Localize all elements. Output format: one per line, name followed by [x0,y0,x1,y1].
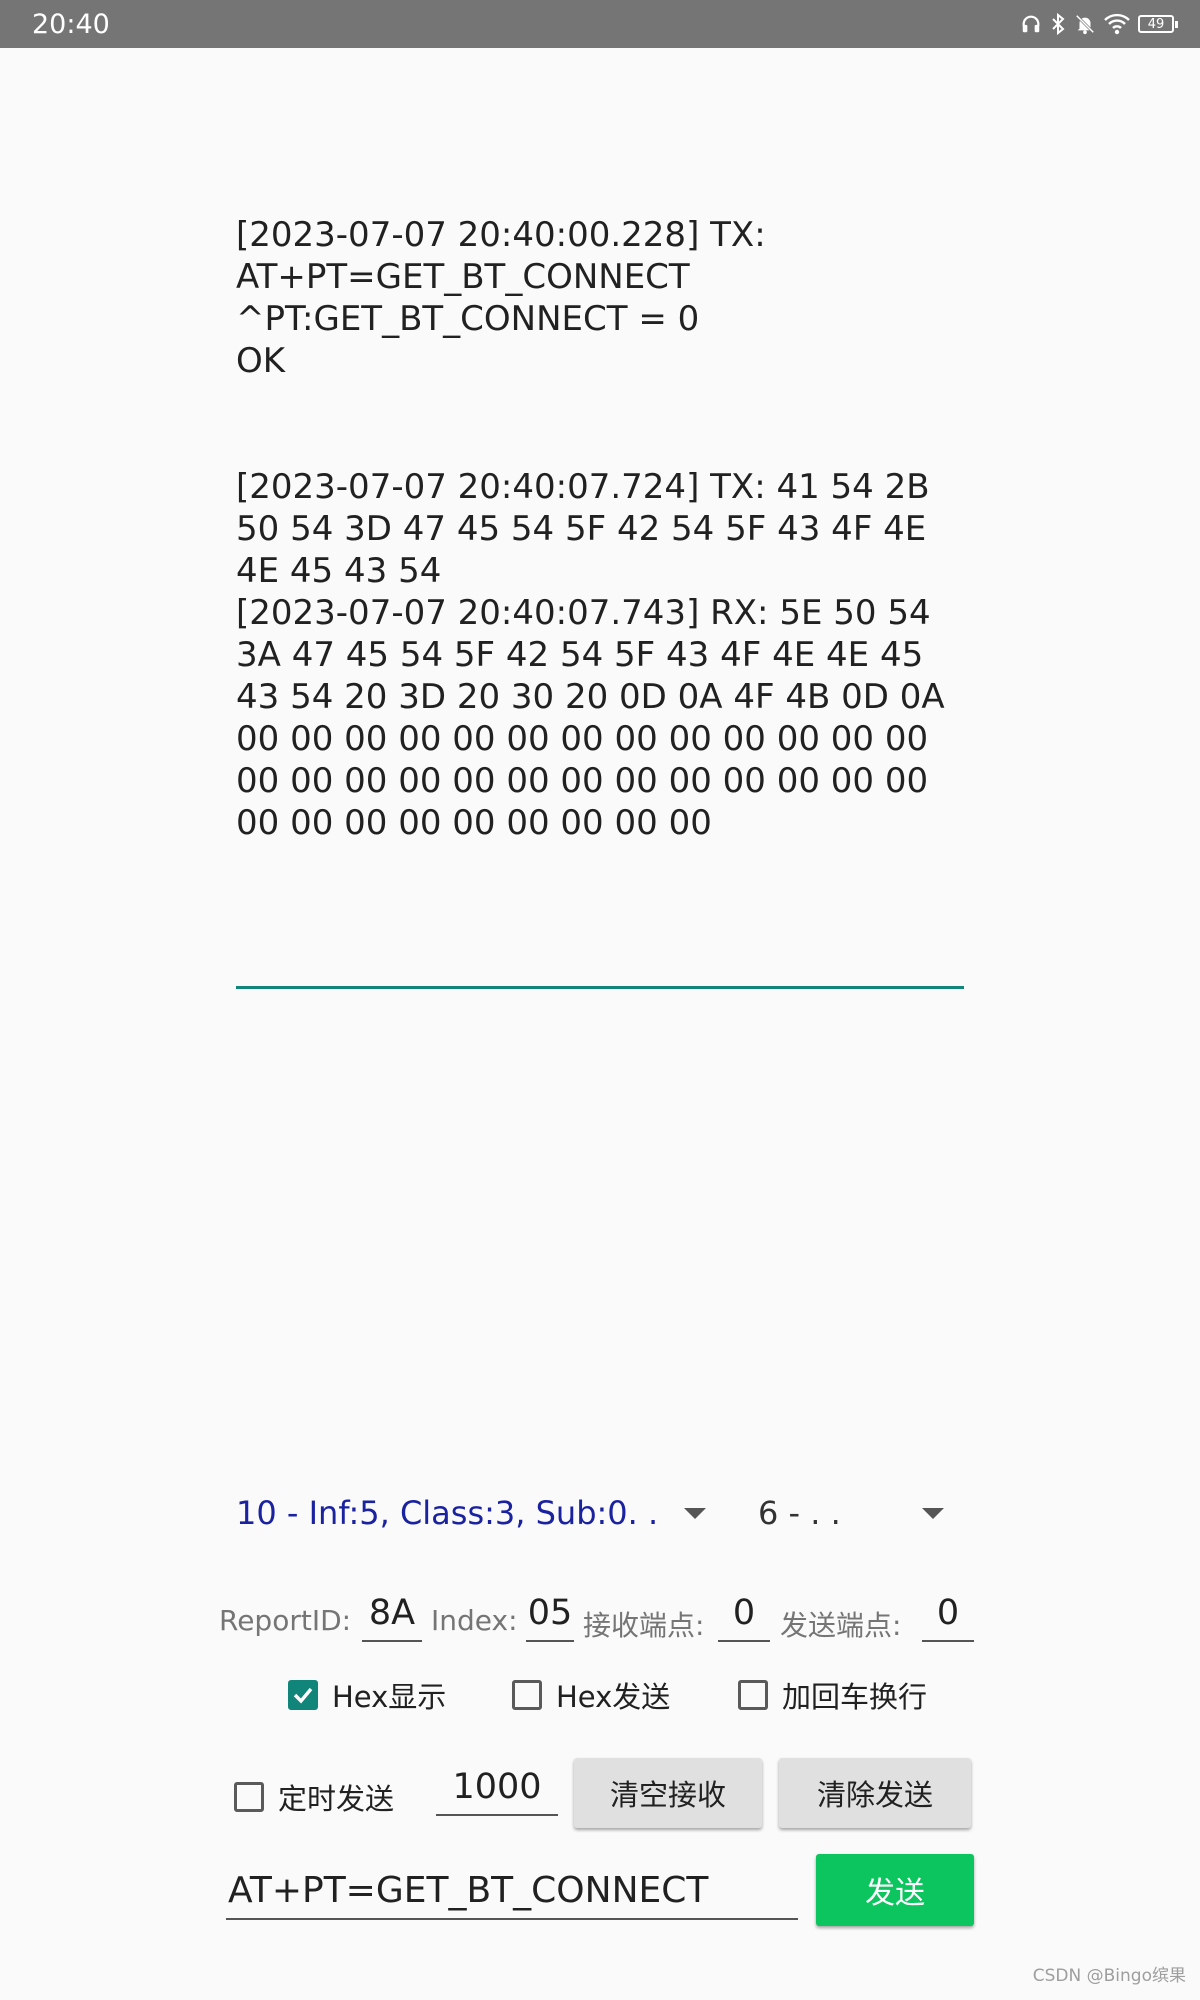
interval-input[interactable]: 1000 [436,1762,558,1816]
endpoint-spinner[interactable]: 6 - . . [758,1490,948,1536]
log-line: [2023-07-07 20:40:00.228] TX: [236,215,766,255]
log-line: [2023-07-07 20:40:07.743] RX: 5E 50 54 3… [236,593,956,843]
hex-display-box[interactable] [288,1680,318,1710]
battery-level: 49 [1147,16,1165,32]
operations-row: 定时发送 1000 清空接收 清除发送 [0,1756,1200,1832]
watermark: CSDN @Bingo缤果 [1032,1966,1186,1986]
log-line: ^PT:GET_BT_CONNECT = 0 [236,299,700,339]
notifications-off-icon [1074,13,1096,35]
report-id-label: ReportID: [219,1604,352,1637]
crlf-label: 加回车换行 [782,1680,928,1714]
status-time: 20:40 [32,9,110,40]
status-icons: 49 [1020,10,1178,38]
battery-icon: 49 [1138,15,1178,33]
crlf-box[interactable] [738,1680,768,1710]
params-row: ReportID: 8A Index: 05 接收端点: 0 发送端点: 0 [0,1590,1200,1646]
hex-display-checkbox[interactable]: Hex显示 [288,1674,446,1716]
bluetooth-icon [1050,12,1066,36]
headphones-icon [1020,13,1042,35]
log-line: [2023-07-07 20:40:07.724] TX: 41 54 2B 5… [236,467,941,591]
index-label: Index: [431,1604,518,1637]
command-input[interactable] [226,1862,798,1920]
recv-endpoint-label: 接收端点: [583,1609,705,1642]
send-endpoint-field[interactable]: 0 [922,1590,974,1642]
clear-receive-button[interactable]: 清空接收 [574,1758,762,1828]
report-id-field[interactable]: 8A [362,1590,422,1642]
options-row: Hex显示 Hex发送 加回车换行 [0,1670,1200,1716]
send-button[interactable]: 发送 [816,1854,974,1926]
dropdown-arrow-icon [922,1508,944,1519]
timed-send-label: 定时发送 [278,1782,395,1816]
check-icon [293,1687,313,1704]
index-field[interactable]: 05 [526,1590,574,1642]
clear-send-button[interactable]: 清除发送 [779,1758,971,1828]
timed-send-box[interactable] [234,1782,264,1812]
receive-log[interactable]: [2023-07-07 20:40:00.228] TX: AT+PT=GET_B… [236,214,970,984]
hex-send-box[interactable] [512,1680,542,1710]
timed-send-checkbox[interactable]: 定时发送 [234,1776,394,1818]
wifi-icon [1104,13,1130,35]
status-bar: 20:40 49 [0,0,1200,48]
send-row: 发送 [0,1852,1200,1932]
log-line: AT+PT=GET_BT_CONNECT [236,257,690,297]
interface-spinner-value: 10 - Inf:5, Class:3, Sub:0. . [236,1494,659,1532]
crlf-checkbox[interactable]: 加回车换行 [738,1674,927,1716]
send-endpoint-label: 发送端点: [780,1609,902,1642]
hex-send-label: Hex发送 [556,1680,671,1714]
hex-display-label: Hex显示 [332,1680,447,1714]
interface-spinner[interactable]: 10 - Inf:5, Class:3, Sub:0. . [236,1490,706,1536]
receive-log-underline [236,986,964,989]
log-line: OK [236,341,286,381]
endpoint-spinner-value: 6 - . . [758,1494,841,1532]
hex-send-checkbox[interactable]: Hex发送 [512,1674,670,1716]
dropdown-arrow-icon [684,1508,706,1519]
recv-endpoint-field[interactable]: 0 [718,1590,770,1642]
